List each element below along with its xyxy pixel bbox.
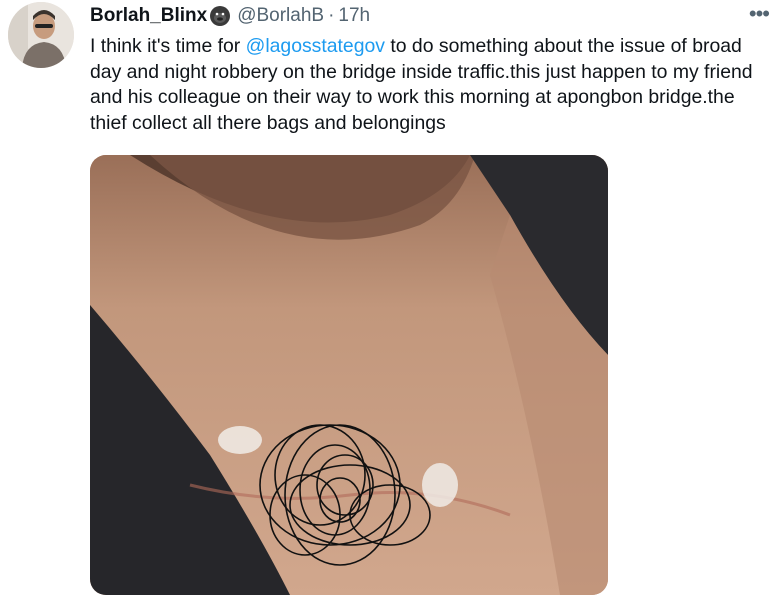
timestamp[interactable]: 17h <box>338 5 370 27</box>
mention-link[interactable]: @lagosstategov <box>246 35 385 57</box>
tweet-text: I think it's time for @lagosstategov to … <box>90 34 774 136</box>
gorilla-icon <box>209 5 231 27</box>
tweet-media-photo[interactable] <box>90 155 608 595</box>
avatar-image <box>8 2 74 68</box>
author-handle[interactable]: @BorlahB <box>237 5 324 27</box>
tweet-text-start: I think it's time for <box>90 35 246 57</box>
photo-image <box>90 155 608 595</box>
author-name[interactable]: Borlah_Blinx <box>90 5 207 27</box>
tweet-header: Borlah_Blinx @BorlahB · 17h <box>90 4 763 28</box>
avatar[interactable] <box>8 2 74 68</box>
more-horizontal-icon[interactable]: ••• <box>749 0 770 28</box>
separator-dot: · <box>328 5 335 26</box>
